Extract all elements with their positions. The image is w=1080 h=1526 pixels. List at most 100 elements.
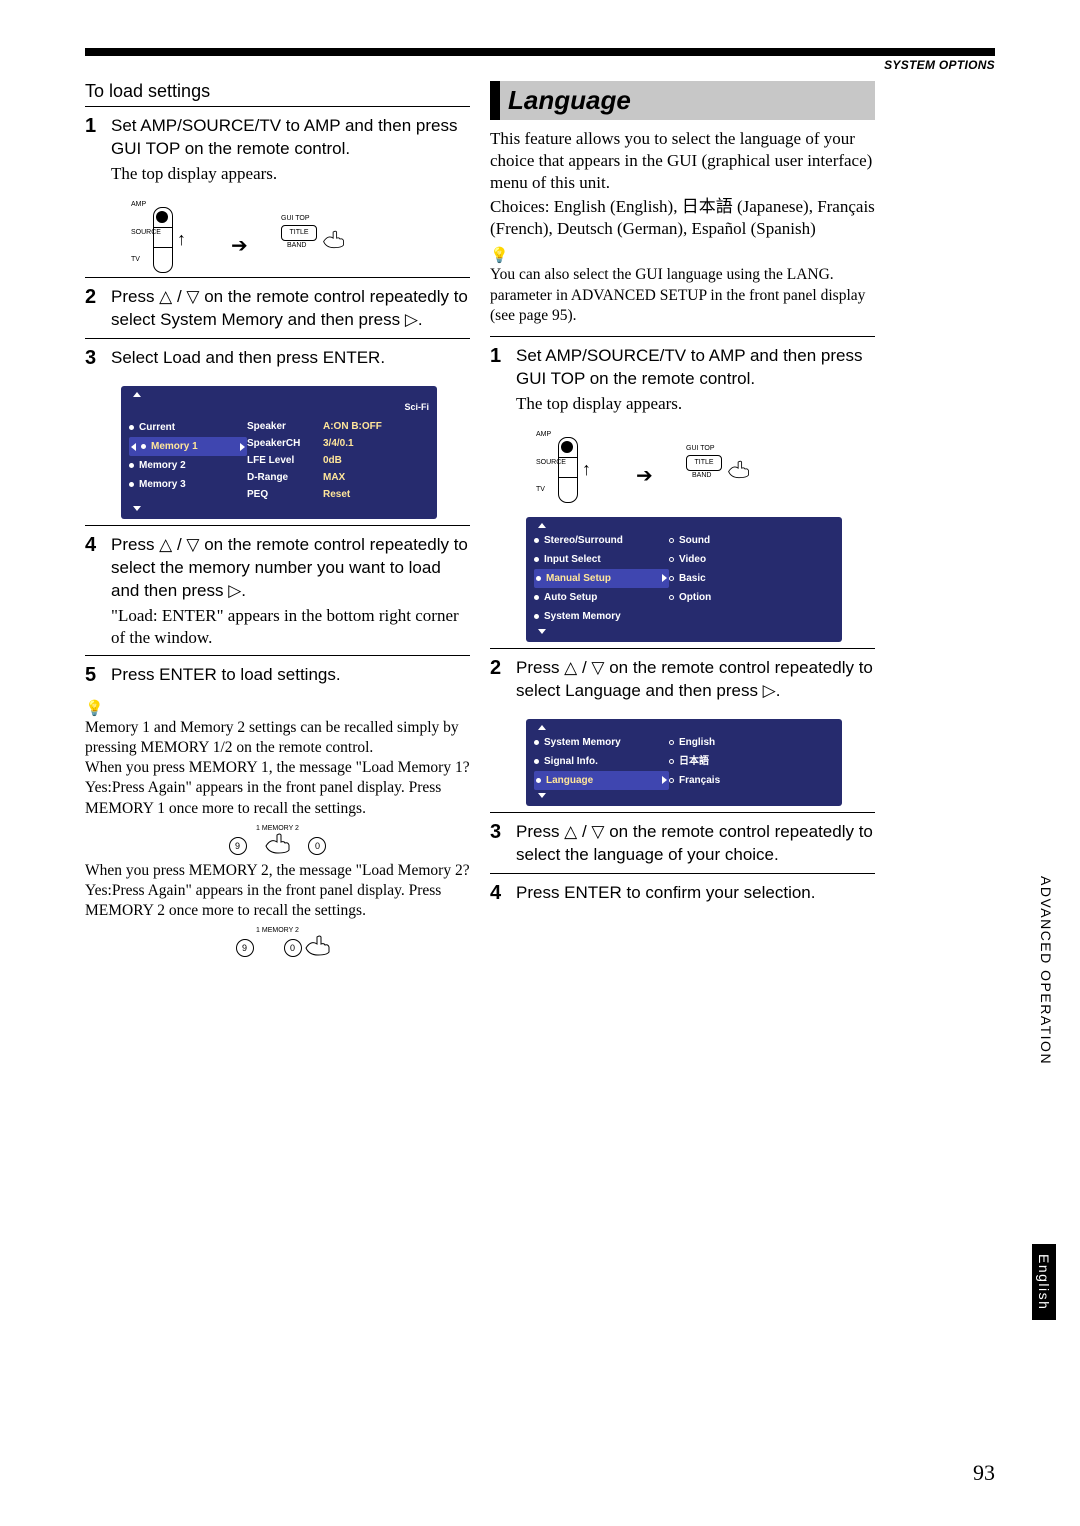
menu-item: Manual Setup	[546, 570, 611, 587]
step-number: 2	[490, 657, 516, 679]
triangle-left-icon	[131, 443, 136, 451]
label-tv: TV	[536, 486, 545, 493]
menu-item: 日本語	[679, 753, 709, 770]
switch-icon	[558, 437, 578, 503]
step-number: 1	[490, 345, 516, 367]
step-4: 4 Press △ / ▽ on the remote control repe…	[85, 526, 470, 655]
step-body: Press △ / ▽ on the remote control repeat…	[516, 657, 875, 703]
step-r2: 2 Press △ / ▽ on the remote control repe…	[490, 649, 875, 709]
menu-item: Memory 1	[151, 438, 198, 455]
menu-item: Current	[139, 419, 175, 436]
menu-item: Language	[546, 772, 593, 789]
page-number: 93	[973, 1460, 995, 1486]
step-number: 5	[85, 664, 111, 686]
page: SYSTEM OPTIONS To load settings 1 Set AM…	[0, 0, 1080, 1526]
press-finger-icon	[726, 458, 752, 485]
tip-icon: 💡	[490, 246, 509, 265]
arrow-up-icon	[133, 392, 141, 397]
label-band: BAND	[287, 242, 306, 249]
step-number: 3	[490, 821, 516, 843]
step-3: 3 Select Load and then press ENTER.	[85, 339, 470, 376]
section-heading-box: Language	[490, 81, 875, 120]
step-body: Press ENTER to confirm your selection.	[516, 882, 875, 905]
step-text: Press △ / ▽ on the remote control repeat…	[111, 535, 468, 600]
choices-paragraph: Choices: English (English), 日本語 (Japanes…	[490, 196, 875, 240]
triangle-right-icon	[240, 443, 245, 451]
press-finger-icon	[263, 832, 293, 854]
button-0-icon: 0	[284, 939, 302, 957]
tip-text: When you press MEMORY 1, the message "Lo…	[85, 758, 470, 818]
menu-item: Signal Info.	[544, 753, 598, 770]
step-number: 3	[85, 347, 111, 369]
button-9-icon: 9	[236, 939, 254, 957]
memory-label: 1 MEMORY 2	[85, 825, 470, 832]
label-amp: AMP	[536, 431, 551, 438]
menu-right-params: SpeakerA:ON B:OFF SpeakerCH3/4/0.1 LFE L…	[247, 418, 429, 503]
step-text: Set AMP/SOURCE/TV to AMP and then press …	[111, 116, 457, 158]
tip-icon: 💡	[85, 699, 104, 718]
tip-text: Memory 1 and Memory 2 settings can be re…	[85, 718, 470, 758]
button-0-icon: 0	[308, 837, 326, 855]
right-column: Language This feature allows you to sele…	[490, 75, 875, 911]
arrow-up-icon	[538, 523, 546, 528]
subhead-to-load: To load settings	[85, 81, 470, 102]
menu-item: Option	[679, 589, 711, 606]
side-tab-advanced-operation: ADVANCED OPERATION	[1036, 870, 1056, 1071]
memory-label: 1 MEMORY 2	[85, 927, 470, 934]
menu-item: Memory 3	[139, 476, 186, 493]
step-number: 1	[85, 115, 111, 137]
step-r1: 1 Set AMP/SOURCE/TV to AMP and then pres…	[490, 337, 875, 421]
section-header-badge: SYSTEM OPTIONS	[884, 58, 995, 72]
menu-left-list: Current Memory 1 Memory 2 Memory 3	[129, 418, 247, 503]
arrow-right-icon: ➔	[231, 233, 248, 258]
param-key: PEQ	[247, 486, 317, 503]
triangle-right-icon	[662, 574, 667, 582]
remote-diagram: AMP SOURCE TV ↑ ➔ GUI TOP TITLE BAND	[536, 431, 756, 507]
triangle-right-icon	[662, 776, 667, 784]
left-column: To load settings 1 Set AMP/SOURCE/TV to …	[85, 75, 470, 963]
step-body: Select Load and then press ENTER.	[111, 347, 470, 370]
step-body: Press △ / ▽ on the remote control repeat…	[516, 821, 875, 867]
intro-paragraph: This feature allows you to select the la…	[490, 128, 875, 194]
param-key: LFE Level	[247, 452, 317, 469]
label-guitop: GUI TOP	[686, 445, 715, 452]
memory-buttons-diagram: 1 MEMORY 2 9 0	[85, 825, 470, 855]
press-finger-icon	[321, 228, 347, 255]
side-tab-english: English	[1032, 1244, 1056, 1320]
arrow-up-icon: ↑	[582, 459, 591, 480]
title-button-icon: TITLE	[686, 455, 722, 471]
menu-item: System Memory	[544, 734, 621, 751]
label-guitop: GUI TOP	[281, 215, 310, 222]
param-key: D-Range	[247, 469, 317, 486]
step-body: Press ENTER to load settings.	[111, 664, 470, 687]
title-button-icon: TITLE	[281, 225, 317, 241]
menu-item: Sound	[679, 532, 710, 549]
top-rule	[85, 48, 995, 56]
param-value: A:ON B:OFF	[323, 418, 382, 435]
step-note: The top display appears.	[111, 163, 470, 185]
step-1: 1 Set AMP/SOURCE/TV to AMP and then pres…	[85, 107, 470, 191]
press-finger-icon	[303, 934, 333, 956]
arrow-right-icon: ➔	[636, 463, 653, 488]
menu-item: Auto Setup	[544, 589, 597, 606]
menu-item: System Memory	[544, 608, 621, 625]
label-amp: AMP	[131, 201, 146, 208]
switch-icon	[153, 207, 173, 273]
param-key: Speaker	[247, 418, 317, 435]
section-heading: Language	[508, 85, 631, 115]
label-tv: TV	[131, 256, 140, 263]
memory-buttons-diagram: 1 MEMORY 2 9 0	[85, 927, 470, 957]
arrow-down-icon	[538, 793, 546, 798]
step-r4: 4 Press ENTER to confirm your selection.	[490, 874, 875, 911]
arrow-up-icon	[538, 725, 546, 730]
param-value: 0dB	[323, 452, 342, 469]
param-value: 3/4/0.1	[323, 435, 354, 452]
step-body: Press △ / ▽ on the remote control repeat…	[111, 286, 470, 332]
menu-item: Video	[679, 551, 706, 568]
arrow-down-icon	[133, 506, 141, 511]
step-2: 2 Press △ / ▽ on the remote control repe…	[85, 278, 470, 338]
menu-right-list: Sound Video Basic Option	[669, 531, 834, 626]
step-body: Set AMP/SOURCE/TV to AMP and then press …	[111, 115, 470, 185]
menu-item: English	[679, 734, 715, 751]
step-5: 5 Press ENTER to load settings.	[85, 656, 470, 693]
